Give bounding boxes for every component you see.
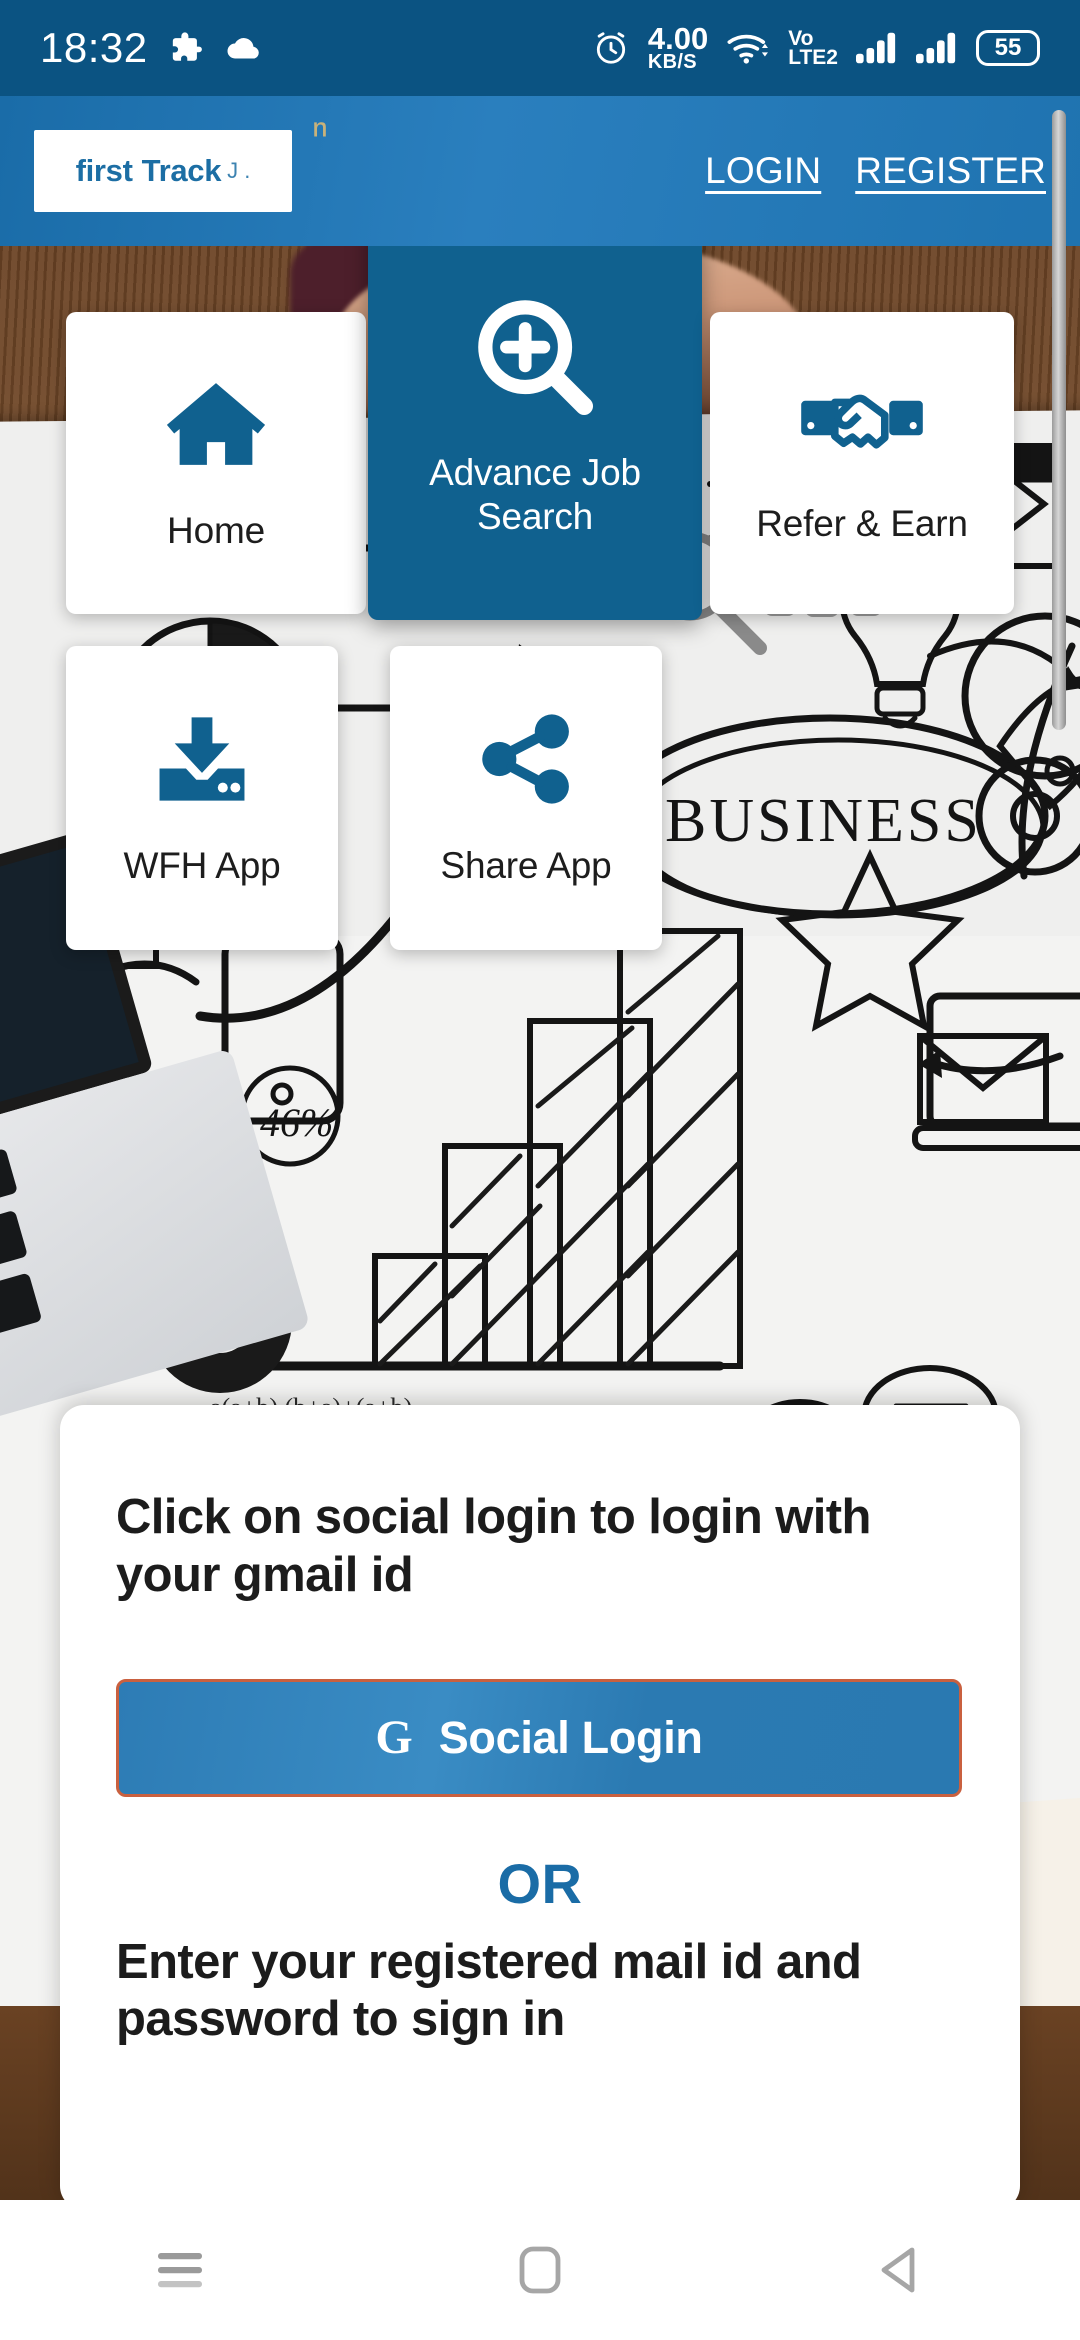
puzzle-icon xyxy=(172,32,202,61)
logo-tail-text: J . xyxy=(227,158,251,183)
system-nav-bar xyxy=(0,2200,1080,2340)
tile-refer-and-earn[interactable]: Refer & Earn xyxy=(710,312,1014,614)
share-nodes-icon xyxy=(474,709,578,814)
square-home-icon xyxy=(519,2246,561,2294)
or-divider-label: OR xyxy=(497,1851,583,1915)
volte-indicator: Vo LTE2 xyxy=(788,28,838,69)
login-card-title: Click on social login to login with your… xyxy=(116,1490,871,1602)
cloud-icon xyxy=(227,38,259,59)
network-speed-value: 4.00 xyxy=(647,20,709,56)
volte-line-2: LTE2 xyxy=(788,46,838,69)
wifi-icon xyxy=(727,34,769,64)
nav-home-button[interactable] xyxy=(360,2244,720,2296)
page-scrollbar[interactable] xyxy=(1052,110,1066,730)
magnifier-plus-icon xyxy=(476,298,594,421)
tile-label: WFH App xyxy=(123,844,281,886)
menu-lines-icon xyxy=(158,2253,202,2288)
tile-label: Advance Job Search xyxy=(429,451,641,537)
house-icon xyxy=(160,374,272,479)
tile-label: Refer & Earn xyxy=(756,502,968,544)
logo-text-part2: Track xyxy=(141,153,222,188)
back-triangle-icon xyxy=(881,2247,915,2293)
register-link[interactable]: REGISTER xyxy=(855,150,1046,192)
nav-recents-button[interactable] xyxy=(0,2247,360,2293)
logo-flag-icon: ⁿ xyxy=(312,109,329,158)
status-clock: 18:32 xyxy=(40,24,148,71)
login-link[interactable]: LOGIN xyxy=(705,150,821,192)
tile-advance-job-search[interactable]: Advance Job Search xyxy=(368,216,702,620)
network-speed: 4.00 KB/S xyxy=(647,20,709,74)
network-speed-unit: KB/S xyxy=(647,51,697,74)
status-bar-right: 4.00 KB/S Vo LTE2 55 xyxy=(592,20,1040,74)
app-logo[interactable]: first Track J . ⁿ xyxy=(34,112,328,212)
handshake-icon xyxy=(798,381,926,472)
login-card-subtitle: Enter your registered mail id and passwo… xyxy=(116,1934,862,2047)
status-bar-left: 18:32 xyxy=(40,24,262,72)
login-card: Click on social login to login with your… xyxy=(60,1405,1020,2210)
svg-text:BUSINESS: BUSINESS xyxy=(665,787,982,855)
battery-indicator: 55 xyxy=(976,30,1040,66)
signal-bars-icon xyxy=(856,32,896,64)
tile-label: Share App xyxy=(440,844,612,886)
google-g-icon: G xyxy=(375,1711,413,1765)
logo-text: first Track xyxy=(76,153,222,189)
social-login-button[interactable]: G Social Login xyxy=(116,1678,962,1797)
tile-share-app[interactable]: Share App xyxy=(390,646,662,950)
nav-back-button[interactable] xyxy=(720,2244,1080,2296)
tile-wfh-app[interactable]: WFH App xyxy=(66,646,338,950)
logo-text-part1: first xyxy=(75,153,133,188)
status-bar: 18:32 4.00 KB/S Vo LTE2 55 xyxy=(0,0,1080,96)
signal-bars-icon xyxy=(916,32,956,64)
app-bar-links: LOGIN REGISTER xyxy=(705,150,1046,192)
alarm-icon xyxy=(596,32,625,64)
svg-text:46%: 46% xyxy=(260,1100,333,1145)
tile-label: Home xyxy=(167,509,265,551)
app-header-bar: first Track J . ⁿ LOGIN REGISTER xyxy=(0,96,1080,246)
social-login-label: Social Login xyxy=(438,1711,703,1763)
download-tray-icon xyxy=(150,709,254,814)
tile-home[interactable]: Home xyxy=(66,312,366,614)
phone-screen: 30% 45% 46% Search 8 BUSINESS 20 a(a+b).… xyxy=(0,0,1080,2340)
